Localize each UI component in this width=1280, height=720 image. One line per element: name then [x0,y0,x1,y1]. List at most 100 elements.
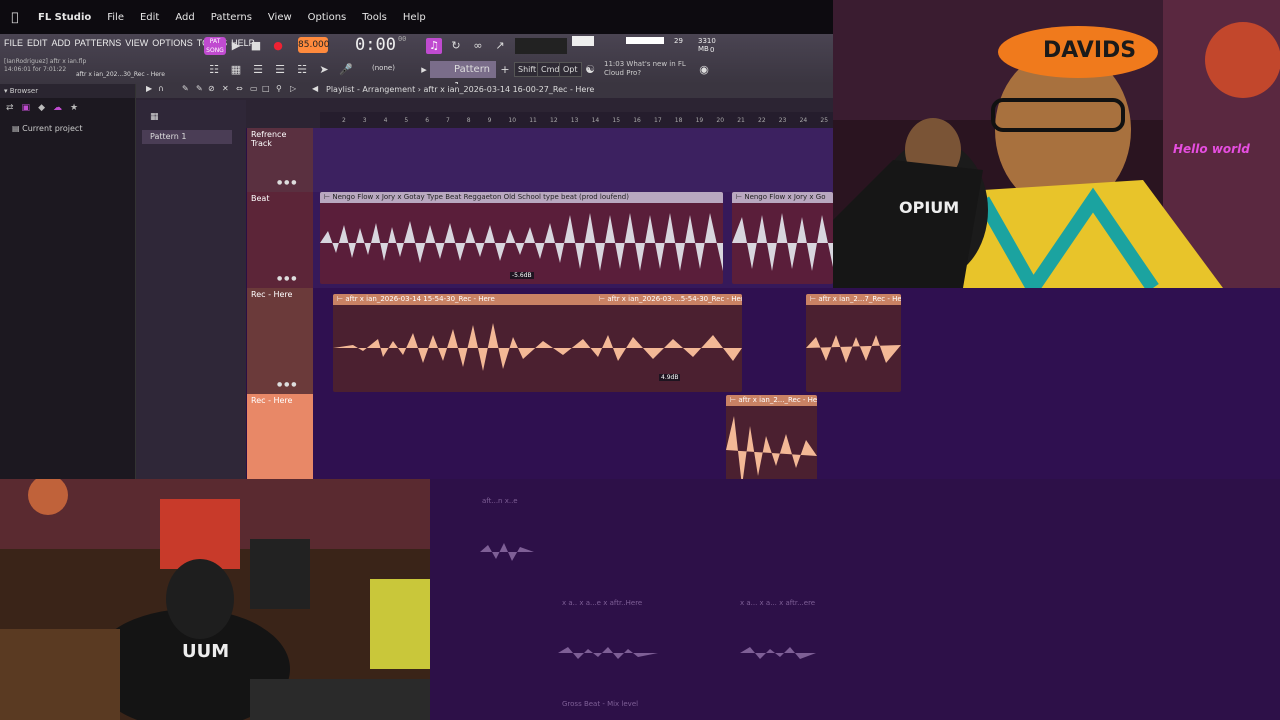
app-name[interactable]: FL Studio [30,12,99,23]
menu-options[interactable]: Options [300,12,355,23]
news-line1: What's new in FL [626,60,686,68]
clip-rec-4-label: aftr x ian_2..._Rec - Here [738,396,817,404]
news-panel[interactable]: 11:03 What's new in FL Cloud Pro? [604,60,686,78]
pat-song-toggle[interactable]: PAT SONG [204,37,226,55]
globe-icon[interactable]: ◉ [696,62,712,78]
ruler-tick: 7 [446,117,450,124]
menu-patterns[interactable]: Patterns [203,12,260,23]
grid-icon[interactable]: ▦ [228,62,244,78]
shirt-text: OPIUM [899,198,960,217]
pl-play-icon[interactable]: ▶ [146,84,152,93]
ruler-tick: 15 [612,117,621,124]
track-header-rec1[interactable]: Rec - Here ● ● ● [247,288,313,394]
fl-menu-file[interactable]: FILE [4,38,23,48]
browser-title: Browser [9,87,39,95]
fl-menu-view[interactable]: VIEW [125,38,148,48]
arrow-icon[interactable]: ➤ [316,62,332,78]
track-controls[interactable]: ● ● ● [277,275,297,282]
mem-zero: 0 [710,46,715,54]
news-icon[interactable]: ☯ [582,62,598,78]
menu-tools[interactable]: Tools [354,12,395,23]
fl-logo-icon [572,36,594,46]
menu-file[interactable]: File [99,12,132,23]
apple-icon[interactable]:  [0,10,30,24]
track-header-beat[interactable]: Beat ● ● ● [247,192,313,288]
tempo-display[interactable]: 85.000 [298,37,330,53]
lane-reference[interactable] [313,128,833,192]
zoom-icon[interactable]: ⚲ [276,84,282,93]
mute-icon[interactable]: ✕ [222,84,229,93]
webcam-secondary: UUM [0,479,430,720]
ghost-wave-3 [740,647,816,659]
play-icon[interactable]: ▶ [228,38,244,54]
stop-icon[interactable]: ■ [248,38,264,54]
tag-icon[interactable]: ◆ [38,103,45,113]
blend-icon[interactable]: ↗ [492,38,508,54]
menu-add[interactable]: Add [167,12,202,23]
news-line2: Cloud Pro? [604,69,642,77]
cloud-icon[interactable]: ☁ [53,103,62,113]
clip-rec-3[interactable]: ⊢ aftr x ian_2...7_Rec - Here [806,294,901,392]
ruler-tick: 23 [778,117,787,124]
metronome-icon[interactable]: ♫ [426,38,442,54]
add-pattern-icon[interactable]: + [497,62,513,78]
loop-icon[interactable]: ∞ [470,38,486,54]
hint-panel: [IanRodriguez] aftr x ian.flp 14:06:01 f… [4,58,86,74]
playlist-icon[interactable]: ☰ [272,62,288,78]
delete-icon[interactable]: ⊘ [208,84,215,93]
track-controls[interactable]: ● ● ● [277,381,297,388]
select-icon[interactable]: □ [262,84,270,93]
menu-help[interactable]: Help [395,12,434,23]
clip-beat-2[interactable]: ⊢ Nengo Flow x Jory x Go [732,192,833,284]
webcam-main: DAVIDS OPIUM Hello world [833,0,1280,288]
clip-beat-1-title: ⊢ Nengo Flow x Jory x Gotay Type Beat Re… [320,192,723,203]
hint-user: [IanRodriguez] aftr x ian.flp [4,58,87,65]
timeline-ruler[interactable]: 2 3 4 5 6 7 8 9 10 11 12 13 14 15 16 17 18 19 20 21 22 23 24 25 [320,112,833,128]
magnet-icon[interactable]: ∩ [158,84,164,93]
record-icon[interactable]: ● [270,38,286,54]
fl-menu-add[interactable]: ADD [52,38,71,48]
paint-icon[interactable]: ✎ [196,84,203,93]
pencil-icon[interactable]: ✎ [182,84,189,93]
fl-menu-options[interactable]: OPTIONS [152,38,193,48]
opt-button[interactable]: Opt [559,62,582,77]
cpu-bar [626,37,664,44]
time-display: 0:00 00 [355,35,406,55]
track-controls[interactable]: ● ● ● [277,179,297,186]
current-project-item[interactable]: ▤ Current project [0,118,135,133]
star-icon[interactable]: ★ [70,103,78,113]
slice-icon[interactable]: ▭ [250,84,258,93]
pl-arrow-icon[interactable]: ◀ [312,84,318,93]
filter-icon[interactable]: ▣ [22,103,31,113]
menu-view[interactable]: View [260,12,300,23]
ghost-label-4: Gross Beat - Mix level [562,700,639,708]
slip-icon[interactable]: ⇔ [236,84,243,93]
pattern-selector[interactable]: Pattern 1 [430,61,496,92]
fl-menu-patterns[interactable]: PATTERNS [75,38,122,48]
back-icon[interactable]: ⇄ [6,103,14,113]
menu-edit[interactable]: Edit [132,12,167,23]
none-select[interactable]: (none) [372,64,395,82]
piano-icon[interactable]: ☰ [250,62,266,78]
piano-roll-icon[interactable]: ▦ [150,112,159,122]
clip-rec-1[interactable]: ⊢ aftr x ian_2026-03-14 15-54-30_Rec - H… [333,294,742,392]
pattern-list: ▦ Pattern 1 [136,100,246,479]
pattern-item[interactable]: Pattern 1 [142,130,232,144]
countdown-icon[interactable]: ↻ [448,38,464,54]
waveform-monitor [515,38,567,54]
ruler-tick: 2 [342,117,346,124]
snap-icon[interactable]: ☷ [206,62,222,78]
clip-beat-1[interactable]: ⊢ Nengo Flow x Jory x Gotay Type Beat Re… [320,192,723,284]
clip-rec-2-label: aftr x ian_2026-03-...5-54-30_Rec - Here [607,295,742,303]
mic-icon[interactable]: 🎤 [338,62,354,78]
ghost-label-2: x a.. x a...e x aftr..Here [562,599,643,607]
fl-menu-edit[interactable]: EDIT [27,38,48,48]
clip-rec-2-title: ⊢ aftr x ian_2026-03-...5-54-30_Rec - He… [595,294,742,305]
track-header-rec2[interactable]: Rec - Here [247,394,313,479]
current-project-label: Current project [22,124,83,133]
clip-rec-3-label: aftr x ian_2...7_Rec - Here [818,295,901,303]
track-header-reference[interactable]: Refrence Track ● ● ● [247,128,313,192]
mixer-icon[interactable]: ☵ [294,62,310,78]
playback-icon[interactable]: ▷ [290,84,296,93]
ruler-tick: 24 [799,117,808,124]
